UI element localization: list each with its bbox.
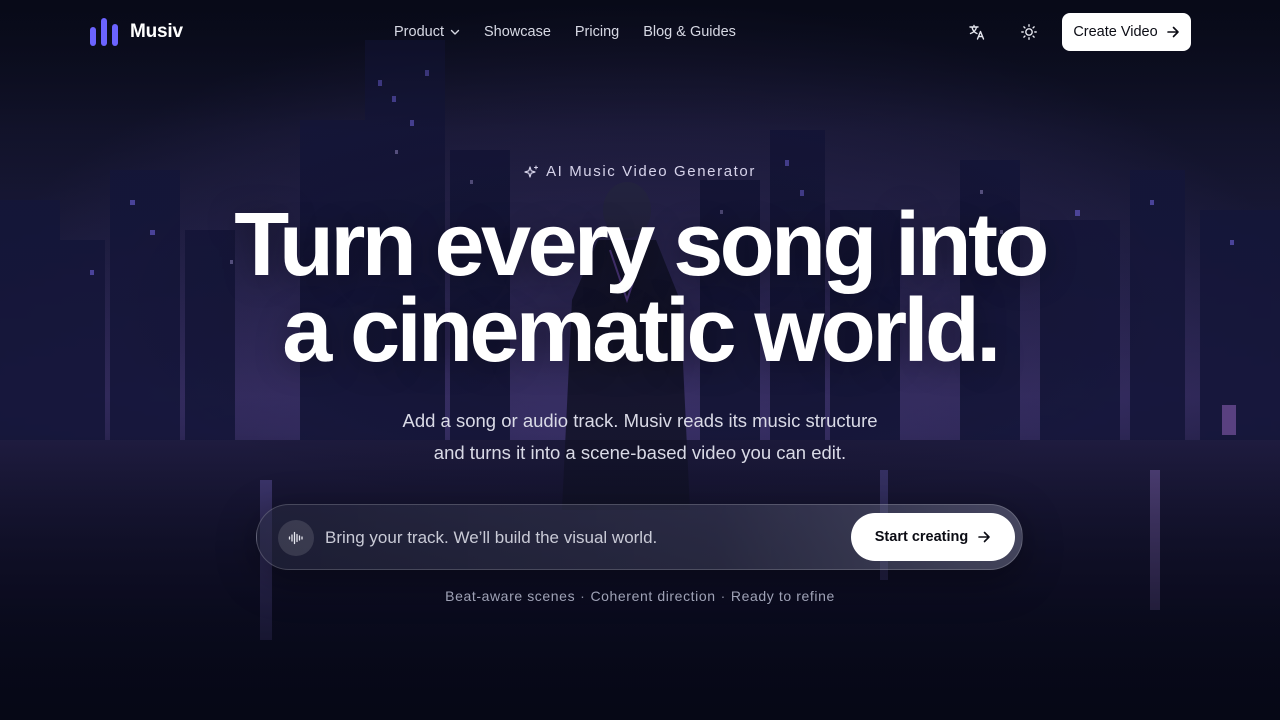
nav-item-label: Product: [394, 24, 444, 40]
nav-item-product[interactable]: Product: [394, 22, 460, 42]
hero-subtitle-line-2: and turns it into a scene-based video yo…: [433, 442, 847, 463]
top-navigation: Musiv Product Showcase Pricing Blog & Gu…: [0, 0, 1280, 64]
chevron-down-icon: [450, 29, 460, 35]
sparkle-icon: [524, 164, 539, 178]
track-prompt-input[interactable]: [325, 523, 825, 553]
start-creating-button[interactable]: Start creating: [851, 513, 1015, 561]
audio-waveform-icon: [288, 531, 303, 545]
feature-item: Beat-aware scenes: [445, 588, 576, 604]
feature-list: Beat-aware scenes · Coherent direction · Rea…: [0, 586, 1280, 606]
separator-dot: ·: [720, 588, 726, 604]
hero-title-line-2: a cinematic world.: [282, 281, 1001, 381]
track-prompt-bar: Start creating: [256, 504, 1023, 570]
theme-toggle-button[interactable]: [1017, 20, 1041, 44]
nav-item-showcase[interactable]: Showcase: [484, 22, 551, 42]
arrow-right-icon: [978, 531, 991, 543]
hero-title-line-1: Turn every song into: [234, 195, 1049, 295]
nav-item-blog[interactable]: Blog & Guides: [643, 22, 736, 42]
audio-upload-button[interactable]: [278, 520, 314, 556]
nav-item-pricing[interactable]: Pricing: [575, 22, 619, 42]
hero-subtitle-line-1: Add a song or audio track. Musiv reads i…: [402, 410, 878, 431]
brand-name: Musiv: [130, 21, 183, 42]
separator-dot: ·: [580, 588, 586, 604]
main-nav: Product Showcase Pricing Blog & Guides: [394, 22, 736, 42]
arrow-right-icon: [1166, 26, 1179, 38]
start-creating-label: Start creating: [874, 529, 969, 545]
feature-item: Ready to refine: [730, 588, 835, 604]
landing-page: Musiv Product Showcase Pricing Blog & Gu…: [0, 0, 1280, 720]
feature-item: Coherent direction: [590, 588, 716, 604]
bars-logo-icon: [90, 18, 118, 46]
create-video-button[interactable]: Create Video: [1062, 13, 1191, 51]
hero-eyebrow: AI Music Video Generator: [0, 162, 1280, 182]
language-button[interactable]: [965, 20, 989, 44]
brand-home-link[interactable]: Musiv: [90, 18, 183, 46]
create-video-label: Create Video: [1073, 24, 1158, 40]
hero-title: Turn every song into a cinematic world.: [0, 195, 1280, 381]
translate-icon: [969, 24, 985, 40]
eyebrow-text: AI Music Video Generator: [546, 163, 756, 180]
sun-icon: [1021, 24, 1037, 40]
hero-subtitle: Add a song or audio track. Musiv reads i…: [0, 405, 1280, 469]
